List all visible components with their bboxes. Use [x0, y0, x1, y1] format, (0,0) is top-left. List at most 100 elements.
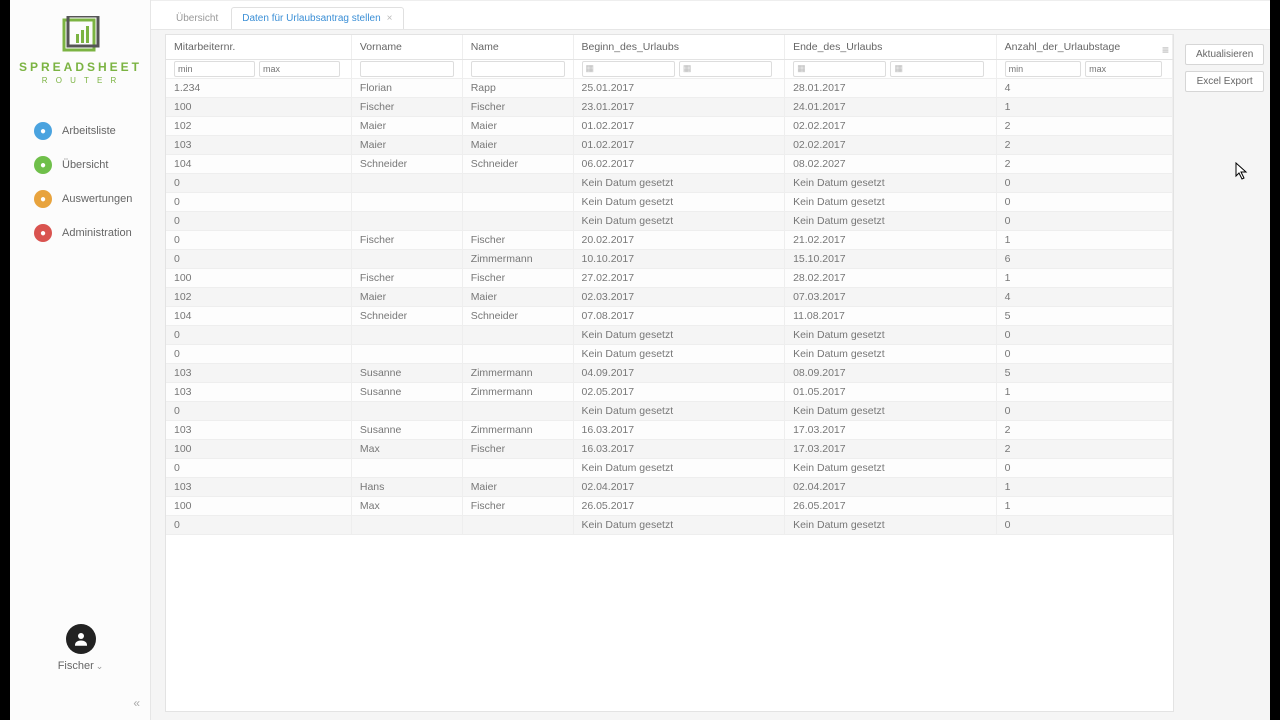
filter-text[interactable] — [471, 61, 565, 77]
table-row[interactable]: 0Kein Datum gesetztKein Datum gesetzt0 — [166, 211, 1173, 230]
cell-beg: 02.05.2017 — [573, 382, 785, 401]
collapse-sidebar-button[interactable]: « — [133, 696, 140, 710]
cell-anz: 2 — [996, 116, 1172, 135]
table-row[interactable]: 103SusanneZimmermann02.05.201701.05.2017… — [166, 382, 1173, 401]
table-row[interactable]: 0Kein Datum gesetztKein Datum gesetzt0 — [166, 325, 1173, 344]
filter-max[interactable] — [1085, 61, 1162, 77]
table-row[interactable]: 100MaxFischer16.03.201717.03.20172 — [166, 439, 1173, 458]
nav-item-übersicht[interactable]: ●Übersicht — [10, 148, 150, 182]
filter-cell-beg: ▦▦ — [573, 59, 785, 78]
cell-end: 24.01.2017 — [785, 97, 997, 116]
cell-nr: 0 — [166, 325, 351, 344]
logo-text-2: R O U T E R — [42, 76, 120, 85]
filter-max[interactable] — [259, 61, 340, 77]
filter-cell-nr — [166, 59, 351, 78]
table-row[interactable]: 100MaxFischer26.05.201726.05.20171 — [166, 496, 1173, 515]
nav-item-arbeitsliste[interactable]: ●Arbeitsliste — [10, 114, 150, 148]
cell-beg: Kein Datum gesetzt — [573, 192, 785, 211]
cell-nr: 100 — [166, 268, 351, 287]
cell-vor — [351, 211, 462, 230]
nav-item-auswertungen[interactable]: ●Auswertungen — [10, 182, 150, 216]
table-row[interactable]: 0Kein Datum gesetztKein Datum gesetzt0 — [166, 515, 1173, 534]
close-icon[interactable]: × — [387, 13, 393, 24]
avatar-icon — [66, 624, 96, 654]
cell-beg: 06.02.2017 — [573, 154, 785, 173]
cell-name: Maier — [462, 135, 573, 154]
column-header-anz[interactable]: Anzahl_der_Urlaubstage — [996, 35, 1172, 59]
cell-name — [462, 173, 573, 192]
cell-vor: Maier — [351, 116, 462, 135]
nav-label: Übersicht — [62, 159, 108, 171]
filter-min[interactable] — [174, 61, 255, 77]
table-row[interactable]: 103HansMaier02.04.201702.04.20171 — [166, 477, 1173, 496]
table-row[interactable]: 100FischerFischer27.02.201728.02.20171 — [166, 268, 1173, 287]
column-header-name[interactable]: Name — [462, 35, 573, 59]
column-header-nr[interactable]: Mitarbeiternr. — [166, 35, 351, 59]
cell-vor: Maier — [351, 135, 462, 154]
refresh-button[interactable]: Aktualisieren — [1185, 44, 1264, 65]
cell-nr: 100 — [166, 439, 351, 458]
tab-inactive[interactable]: Übersicht — [165, 7, 229, 29]
table-row[interactable]: 102MaierMaier01.02.201702.02.20172 — [166, 116, 1173, 135]
export-button[interactable]: Excel Export — [1185, 71, 1264, 92]
chevron-down-icon: ⌄ — [96, 661, 104, 671]
cell-nr: 104 — [166, 154, 351, 173]
cell-beg: 20.02.2017 — [573, 230, 785, 249]
cell-beg: 23.01.2017 — [573, 97, 785, 116]
cell-name: Zimmermann — [462, 249, 573, 268]
content: Mitarbeiternr.VornameNameBeginn_des_Urla… — [165, 34, 1270, 712]
table-row[interactable]: 103SusanneZimmermann04.09.201708.09.2017… — [166, 363, 1173, 382]
column-header-beg[interactable]: Beginn_des_Urlaubs — [573, 35, 785, 59]
cell-anz: 0 — [996, 344, 1172, 363]
cell-anz: 0 — [996, 401, 1172, 420]
filter-date-from[interactable]: ▦ — [793, 61, 886, 77]
table-row[interactable]: 104SchneiderSchneider06.02.201708.02.202… — [166, 154, 1173, 173]
filter-date-to[interactable]: ▦ — [890, 61, 983, 77]
table-row[interactable]: 104SchneiderSchneider07.08.201711.08.201… — [166, 306, 1173, 325]
cell-anz: 1 — [996, 382, 1172, 401]
nav-icon: ● — [34, 122, 52, 140]
cell-name: Rapp — [462, 78, 573, 97]
table-row[interactable]: 102MaierMaier02.03.201707.03.20174 — [166, 287, 1173, 306]
tabs-bar: ÜbersichtDaten für Urlaubsantrag stellen… — [151, 0, 1270, 30]
tab-active[interactable]: Daten für Urlaubsantrag stellen × — [231, 7, 403, 29]
cell-name: Zimmermann — [462, 420, 573, 439]
sidebar: SPREADSHEET R O U T E R ●Arbeitsliste●Üb… — [10, 0, 151, 720]
table-row[interactable]: 0Kein Datum gesetztKein Datum gesetzt0 — [166, 401, 1173, 420]
filter-min[interactable] — [1005, 61, 1082, 77]
tab-label: Daten für Urlaubsantrag stellen — [242, 13, 380, 24]
cell-vor — [351, 344, 462, 363]
cell-name — [462, 325, 573, 344]
cell-end: Kein Datum gesetzt — [785, 344, 997, 363]
table-row[interactable]: 103MaierMaier01.02.201702.02.20172 — [166, 135, 1173, 154]
cell-end: Kein Datum gesetzt — [785, 173, 997, 192]
cell-nr: 100 — [166, 97, 351, 116]
cell-anz: 5 — [996, 363, 1172, 382]
cell-end: Kein Datum gesetzt — [785, 192, 997, 211]
table-row[interactable]: 0FischerFischer20.02.201721.02.20171 — [166, 230, 1173, 249]
cell-end: 02.02.2017 — [785, 135, 997, 154]
filter-cell-end: ▦▦ — [785, 59, 997, 78]
table-row[interactable]: 0Kein Datum gesetztKein Datum gesetzt0 — [166, 458, 1173, 477]
cell-beg: Kein Datum gesetzt — [573, 515, 785, 534]
table-row[interactable]: 1.234FlorianRapp25.01.201728.01.20174 — [166, 78, 1173, 97]
column-menu-icon[interactable]: ≡ — [1162, 43, 1169, 57]
table-row[interactable]: 100FischerFischer23.01.201724.01.20171 — [166, 97, 1173, 116]
user-name[interactable]: Fischer⌄ — [10, 660, 151, 672]
table-row[interactable]: 0Zimmermann10.10.201715.10.20176 — [166, 249, 1173, 268]
cell-end: 07.03.2017 — [785, 287, 997, 306]
table-row[interactable]: 0Kein Datum gesetztKein Datum gesetzt0 — [166, 192, 1173, 211]
cell-vor — [351, 401, 462, 420]
cell-anz: 1 — [996, 97, 1172, 116]
filter-date-to[interactable]: ▦ — [679, 61, 772, 77]
column-header-end[interactable]: Ende_des_Urlaubs — [785, 35, 997, 59]
column-header-vor[interactable]: Vorname — [351, 35, 462, 59]
table-row[interactable]: 0Kein Datum gesetztKein Datum gesetzt0 — [166, 173, 1173, 192]
table-row[interactable]: 0Kein Datum gesetztKein Datum gesetzt0 — [166, 344, 1173, 363]
cell-nr: 0 — [166, 249, 351, 268]
table-row[interactable]: 103SusanneZimmermann16.03.201717.03.2017… — [166, 420, 1173, 439]
nav-item-administration[interactable]: ●Administration — [10, 216, 150, 250]
user-block[interactable]: Fischer⌄ — [10, 624, 151, 672]
filter-date-from[interactable]: ▦ — [582, 61, 675, 77]
filter-text[interactable] — [360, 61, 454, 77]
